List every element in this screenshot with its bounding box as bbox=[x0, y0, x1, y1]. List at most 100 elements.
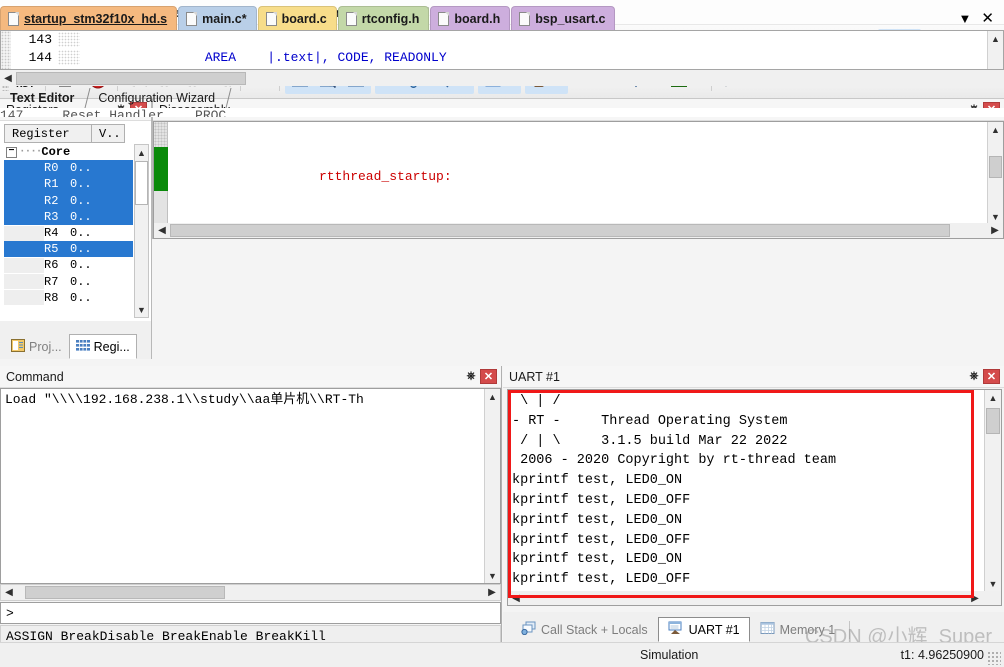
registers-header-row: Register V.. bbox=[4, 124, 149, 143]
editor-tab-board-h[interactable]: board.h bbox=[430, 6, 511, 30]
uart-horizontal-scrollbar[interactable]: ◀ ▶ bbox=[508, 591, 1001, 605]
scroll-up-icon[interactable]: ▲ bbox=[485, 389, 500, 404]
status-bar: Simulation t1: 4.96250900 bbox=[0, 642, 1004, 667]
editor-tab-label: bsp_usart.c bbox=[535, 11, 606, 26]
disassembly-symbol-label: rtthread_startup: bbox=[319, 169, 452, 184]
file-icon bbox=[186, 11, 198, 26]
scroll-up-icon[interactable]: ▲ bbox=[988, 31, 1003, 46]
editor-line: 143 bbox=[12, 31, 987, 49]
register-group-core[interactable]: − ···· Core bbox=[4, 144, 133, 160]
debug-window-tabs: Call Stack + Locals UART #1 Memory 1 bbox=[503, 612, 1004, 642]
file-icon bbox=[345, 11, 357, 26]
collapse-icon[interactable]: − bbox=[6, 146, 17, 158]
uart-title-bar: UART #1 ⎈ ✕ bbox=[503, 366, 1004, 388]
scroll-right-icon[interactable]: ▶ bbox=[967, 591, 983, 605]
scrollbar-thumb[interactable] bbox=[135, 161, 148, 205]
disassembly-horizontal-scrollbar[interactable]: ◀ ▶ bbox=[154, 223, 1003, 238]
scroll-down-icon[interactable]: ▼ bbox=[485, 568, 500, 583]
register-row-r0[interactable]: R0 0.. bbox=[4, 160, 133, 177]
file-icon bbox=[8, 11, 19, 26]
uart-panel: UART #1 ⎈ ✕ \ | / - RT - Thread Operating… bbox=[503, 366, 1004, 612]
column-header-value[interactable]: V.. bbox=[91, 124, 125, 143]
scroll-right-icon[interactable]: ▶ bbox=[987, 223, 1003, 238]
tab-uart-1[interactable]: UART #1 bbox=[657, 617, 750, 642]
close-icon[interactable]: ✕ bbox=[480, 369, 497, 384]
uart-title: UART #1 bbox=[509, 369, 560, 384]
editor-vertical-scrollbar[interactable]: ▲ bbox=[987, 31, 1003, 69]
scroll-left-icon[interactable]: ◀ bbox=[1, 585, 17, 600]
editor-tab-rtconfig-h[interactable]: rtconfig.h bbox=[337, 6, 430, 30]
editor-horizontal-scrollbar[interactable]: ◀ bbox=[0, 70, 1004, 86]
register-row-r1[interactable]: R1 0.. bbox=[4, 176, 133, 193]
editor-tab-bsp-usart-c[interactable]: bsp_usart.c bbox=[511, 6, 616, 30]
close-icon[interactable]: ✕ bbox=[983, 369, 1000, 384]
sidebar-item-registers[interactable]: Regi... bbox=[68, 334, 137, 359]
tab-configuration-wizard[interactable]: Configuration Wizard bbox=[88, 88, 229, 108]
hscroll-track[interactable] bbox=[17, 585, 484, 600]
disassembly-gutter[interactable] bbox=[154, 122, 168, 238]
uart-output: \ | / - RT - Thread Operating System / | … bbox=[512, 392, 981, 603]
command-output[interactable]: Load "\\\\192.168.238.1\\study\\aa单片机\\R… bbox=[0, 388, 501, 584]
disassembly-vertical-scrollbar[interactable]: ▲ ▼ bbox=[987, 122, 1003, 224]
uart-line: 2006 - 2020 Copyright by rt-thread team bbox=[512, 453, 837, 469]
editor-tab-startup-stm32f10x-hd-s[interactable]: startup_stm32f10x_hd.s bbox=[0, 6, 178, 30]
register-row-r4[interactable]: R4 0.. bbox=[4, 225, 133, 241]
scrollbar-thumb[interactable] bbox=[25, 586, 225, 599]
scroll-down-icon[interactable]: ▼ bbox=[985, 576, 1001, 591]
uart-line: kprintf test, LED0_OFF bbox=[512, 572, 691, 588]
scrollbar-thumb[interactable] bbox=[170, 224, 950, 237]
disassembly-body[interactable]: rtthread_startup: 0x0800037AB510PUSH{r4,… bbox=[153, 121, 1004, 239]
uart-body[interactable]: \ | / - RT - Thread Operating System / | … bbox=[507, 389, 1002, 606]
scroll-left-icon[interactable]: ◀ bbox=[508, 591, 524, 605]
scroll-up-icon[interactable]: ▲ bbox=[988, 122, 1003, 137]
scroll-down-icon[interactable]: ▼ bbox=[135, 302, 148, 317]
register-row-r2[interactable]: R2 0.. bbox=[4, 192, 133, 209]
scroll-right-icon[interactable]: ▶ bbox=[484, 585, 500, 600]
hscroll-track[interactable] bbox=[16, 70, 1004, 86]
uart-line: kprintf test, LED0_OFF bbox=[512, 532, 691, 548]
resize-grip[interactable] bbox=[987, 651, 1001, 665]
file-icon bbox=[438, 11, 450, 26]
registers-vertical-scrollbar[interactable]: ▲ ▼ bbox=[134, 144, 149, 318]
column-header-register[interactable]: Register bbox=[4, 124, 92, 143]
pin-icon[interactable]: ⎈ bbox=[965, 368, 983, 385]
tab-list-dropdown-icon[interactable]: ▼ bbox=[959, 11, 972, 26]
register-row-r6[interactable]: R6 0.. bbox=[4, 257, 133, 273]
editor-code-area[interactable]: 143 144 AREA |.text|, CODE, READONLY ▲ bbox=[0, 30, 1004, 70]
command-horizontal-scrollbar[interactable]: ◀ ▶ bbox=[0, 584, 501, 601]
register-group-label: Core bbox=[41, 145, 71, 160]
tab-memory-1-label: Memory 1 bbox=[779, 622, 836, 637]
tab-text-editor[interactable]: Text Editor bbox=[0, 88, 88, 108]
scrollbar-thumb[interactable] bbox=[989, 156, 1002, 178]
hscroll-track[interactable] bbox=[170, 223, 987, 238]
editor-gutter[interactable] bbox=[1, 31, 11, 69]
scroll-left-icon[interactable]: ◀ bbox=[0, 71, 16, 86]
command-input-row[interactable]: > bbox=[0, 602, 501, 624]
command-vertical-scrollbar[interactable]: ▲ ▼ bbox=[484, 389, 500, 583]
scroll-left-icon[interactable]: ◀ bbox=[154, 223, 170, 238]
sidebar-item-project[interactable]: Proj... bbox=[4, 334, 69, 359]
line-number: 144 bbox=[28, 50, 52, 65]
register-row-r7[interactable]: R7 0.. bbox=[4, 274, 133, 290]
command-prompt: > bbox=[6, 605, 14, 621]
scroll-up-icon[interactable]: ▲ bbox=[985, 390, 1001, 405]
editor-tab-main-c[interactable]: main.c* bbox=[178, 6, 257, 30]
disassembly-lines: rtthread_startup: 0x0800037AB510PUSH{r4,… bbox=[169, 122, 987, 238]
tab-call-stack-locals[interactable]: Call Stack + Locals bbox=[511, 617, 658, 642]
pin-icon[interactable]: ⎈ bbox=[462, 368, 480, 385]
register-row-r3[interactable]: R3 0.. bbox=[4, 208, 133, 225]
close-tab-icon[interactable]: ✕ bbox=[981, 9, 994, 27]
register-row-r5[interactable]: R5 0.. bbox=[4, 241, 133, 258]
scroll-down-icon[interactable]: ▼ bbox=[988, 209, 1003, 224]
scrollbar-thumb[interactable] bbox=[16, 71, 246, 85]
tab-memory-1[interactable]: Memory 1 bbox=[750, 617, 846, 642]
scrollbar-thumb[interactable] bbox=[986, 408, 1000, 434]
register-row-r8[interactable]: R8 0.. bbox=[4, 290, 133, 306]
editor-tab-board-c[interactable]: board.c bbox=[257, 6, 337, 30]
registers-list[interactable]: − ···· Core R0 0.. R1 0.. R2 0.. R3 0.. R4 0.. … bbox=[4, 144, 133, 318]
scroll-up-icon[interactable]: ▲ bbox=[135, 145, 148, 160]
keil-uvision-window: File Edit View Project Flash Debug Perip… bbox=[0, 0, 1004, 667]
call-stack-icon bbox=[521, 621, 536, 638]
registers-panel: Registers ⎈ ✕ Register V.. −····Core R00… bbox=[0, 99, 152, 321]
uart-vertical-scrollbar[interactable]: ▲ ▼ bbox=[984, 390, 1001, 591]
